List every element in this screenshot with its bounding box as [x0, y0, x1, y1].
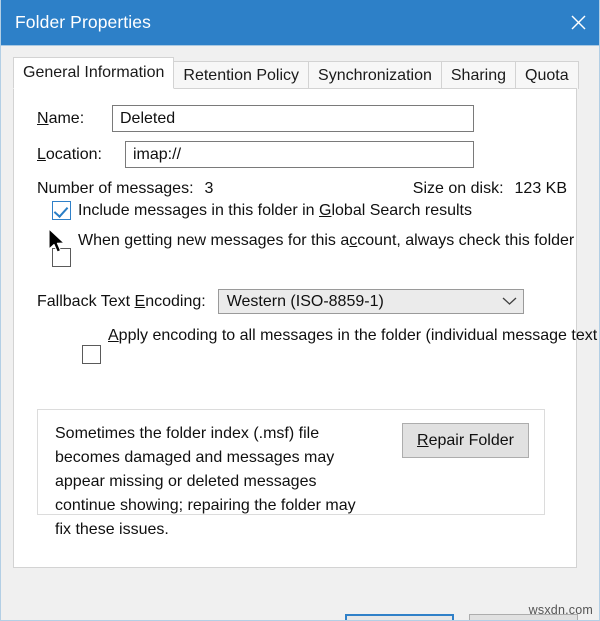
tab-quota[interactable]: Quota	[515, 61, 579, 89]
size-on-disk-label: Size on disk:	[412, 180, 504, 197]
window-title: Folder Properties	[15, 12, 151, 32]
repair-folder-group: Sometimes the folder index (.msf) file b…	[37, 409, 545, 538]
check-folder-checkbox-label: When getting new messages for this accou…	[78, 232, 575, 249]
title-bar: Folder Properties	[1, 0, 599, 45]
fallback-encoding-dropdown[interactable]: Western (ISO-8859-1)	[217, 289, 524, 314]
apply-encoding-checkbox-label: Apply encoding to all messages in the fo…	[108, 327, 599, 344]
name-label: Name:	[37, 109, 85, 127]
global-search-checkbox[interactable]	[52, 201, 71, 220]
global-search-checkbox-label: Include messages in this folder in Globa…	[78, 201, 472, 219]
location-label: Location:	[37, 145, 102, 163]
tab-retention-policy[interactable]: Retention Policy	[173, 61, 310, 89]
tab-sharing[interactable]: Sharing	[440, 61, 517, 89]
fallback-encoding-value: Western (ISO-8859-1)	[226, 292, 384, 310]
location-row: Location:	[37, 141, 474, 168]
check-folder-checkbox-row[interactable]: When getting new messages for this accou…	[52, 229, 575, 267]
size-on-disk-stat: Size on disk: 123 KB	[413, 180, 567, 198]
name-input[interactable]	[112, 105, 474, 132]
message-count-value: 3	[204, 180, 214, 197]
apply-encoding-checkbox-row[interactable]: Apply encoding to all messages in the fo…	[82, 324, 599, 364]
name-row: Name:	[37, 105, 474, 132]
message-count-label: Number of messages:	[37, 180, 194, 197]
apply-encoding-checkbox[interactable]	[82, 345, 101, 364]
tab-panel-general-information: Name: Location: Number of messages: 3 Si…	[13, 88, 599, 568]
dialog-button-bar: OK Cancel	[1, 568, 599, 620]
global-search-checkbox-row[interactable]: Include messages in this folder in Globa…	[52, 201, 472, 220]
ok-button[interactable]: OK	[345, 614, 454, 620]
repair-folder-button[interactable]: Repair Folder	[402, 423, 529, 458]
tab-strip: General Information Retention Policy Syn…	[13, 57, 579, 89]
fallback-encoding-row: Fallback Text Encoding: Western (ISO-885…	[37, 289, 524, 314]
message-count-stat: Number of messages: 3	[37, 180, 213, 198]
tab-general-information[interactable]: General Information	[13, 57, 175, 89]
watermark: wsxdn.com	[528, 603, 593, 617]
tab-synchronization[interactable]: Synchronization	[308, 61, 442, 89]
check-folder-checkbox[interactable]	[52, 248, 71, 267]
close-button[interactable]	[555, 0, 599, 45]
size-on-disk-value: 123 KB	[514, 180, 567, 197]
folder-properties-dialog: Folder Properties General Information Re…	[0, 0, 600, 621]
chevron-down-icon	[502, 293, 517, 311]
folder-stats-row: Number of messages: 3 Size on disk: 123 …	[37, 180, 567, 198]
location-input[interactable]	[125, 141, 474, 168]
dialog-client-area: General Information Retention Policy Syn…	[1, 45, 599, 620]
repair-folder-description: Sometimes the folder index (.msf) file b…	[55, 425, 356, 538]
close-icon	[569, 13, 588, 32]
fallback-encoding-label: Fallback Text Encoding:	[37, 292, 206, 310]
